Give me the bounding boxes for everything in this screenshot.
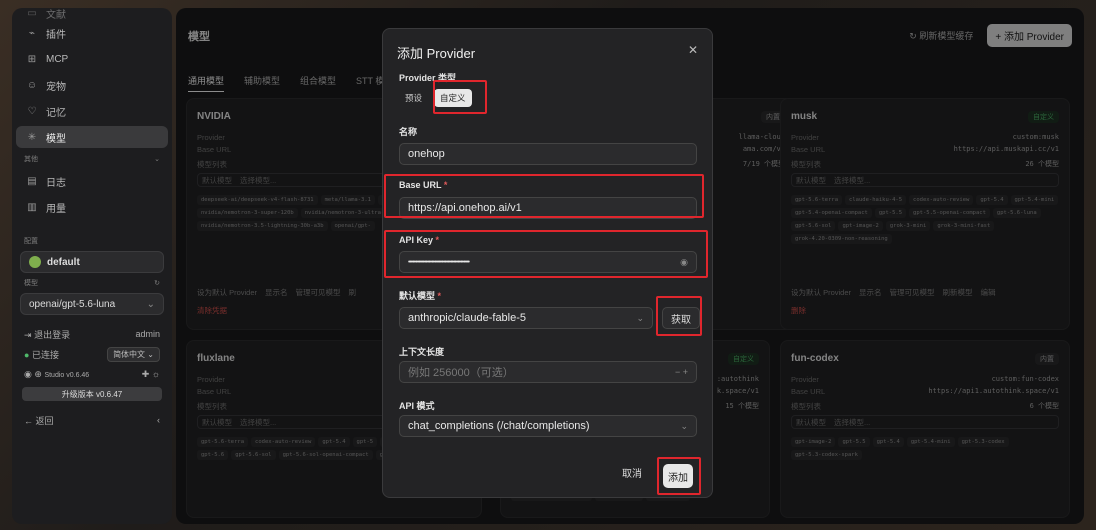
logout-icon: ⇥ — [24, 329, 32, 340]
sidebar-item-partial[interactable]: ▭ 文献 — [16, 8, 168, 21]
sidebar-item-mcp[interactable]: ⊞ MCP — [16, 48, 168, 70]
base-url-input[interactable]: https://api.onehop.ai/v1 — [399, 197, 697, 219]
eye-icon[interactable]: ◉ — [680, 257, 688, 268]
language-select[interactable]: 简体中文 ⌄ — [107, 346, 160, 362]
type-preset-option[interactable]: 预设 — [399, 89, 428, 107]
provider-type-toggle: 预设 自定义 — [399, 89, 472, 107]
github-icon[interactable]: ◉ — [24, 369, 32, 379]
sidebar-section-other[interactable]: 其他 ⌄ — [12, 152, 172, 166]
type-custom-option[interactable]: 自定义 — [434, 89, 472, 107]
sidebar-item-log[interactable]: ▤ 日志 — [16, 170, 168, 192]
add-button[interactable]: 添加 — [663, 464, 693, 488]
globe-icon[interactable]: ⊕ — [34, 369, 42, 379]
connection-row: ● 已连接 简体中文 ⌄ — [12, 345, 172, 363]
model-icon: ✳ — [27, 131, 37, 143]
back-row[interactable]: ← 返回 ‹ — [12, 411, 172, 429]
stepper-icon[interactable]: − + — [675, 367, 688, 377]
memory-icon: ♡ — [27, 105, 37, 117]
refresh-icon[interactable]: ↻ — [154, 279, 160, 287]
sidebar-item-usage[interactable]: ▥ 用量 — [16, 196, 168, 218]
sidebar-section-config: 配置 — [24, 238, 38, 245]
default-model-label: 默认模型 * — [399, 291, 442, 301]
studio-row: ◉ ⊕ Studio v0.6.46 ✚ ☼ — [24, 368, 160, 379]
chevron-down-icon: ⌄ — [146, 298, 155, 310]
sidebar-item-label: 用量 — [46, 203, 66, 215]
status-dot-icon: ● — [24, 349, 30, 360]
sidebar-item-memory[interactable]: ♡ 记忆 — [16, 100, 168, 122]
close-icon[interactable]: ✕ — [688, 43, 698, 57]
pet-icon: ☺ — [26, 79, 38, 91]
avatar — [29, 256, 41, 268]
chevron-down-icon: ⌄ — [154, 156, 160, 163]
sidebar-item-label: 记忆 — [46, 107, 66, 119]
mcp-icon: ⊞ — [27, 53, 37, 65]
chevron-down-icon: ⌄ — [636, 312, 644, 323]
add-provider-dialog: 添加 Provider ✕ Provider 类型 预设 自定义 名称 oneh… — [382, 28, 713, 498]
context-length-input[interactable]: 例如 256000（可选） − + — [399, 361, 697, 383]
name-input[interactable]: onehop — [399, 143, 697, 165]
sidebar-item-model[interactable]: ✳ 模型 — [16, 126, 168, 148]
arrow-left-icon: ← — [24, 415, 33, 426]
api-key-input[interactable]: ••••••••••••••••••••••••••••••••••••••••… — [399, 251, 697, 273]
default-model-select[interactable]: anthropic/claude-fable-5 ⌄ — [399, 307, 653, 329]
plus-icon[interactable]: ✚ — [142, 369, 150, 379]
usage-icon: ▥ — [27, 201, 37, 213]
chevron-down-icon: ⌄ — [680, 420, 688, 431]
sidebar-item-label: 插件 — [46, 29, 66, 41]
logout-row[interactable]: ⇥ 退出登录 admin — [12, 325, 172, 343]
chevron-left-icon: ‹ — [157, 415, 160, 425]
log-icon: ▤ — [27, 175, 37, 187]
api-mode-select[interactable]: chat_completions (/chat/completions) ⌄ — [399, 415, 697, 437]
sun-icon[interactable]: ☼ — [152, 369, 160, 379]
plug-icon: ⌁ — [28, 27, 36, 39]
model-select[interactable]: openai/gpt-5.6-luna ⌄ — [20, 293, 164, 315]
context-length-label: 上下文长度 — [399, 347, 445, 357]
book-icon: ▭ — [27, 8, 37, 19]
sidebar: ▭ 文献 ⌁ 插件 ⊞ MCP ☺ 宠物 ♡ 记忆 ✳ 模型 其他 ⌄ ▤ 日志 ▥ 用量 配置 defau… — [12, 8, 172, 524]
cancel-button[interactable]: 取消 — [622, 465, 642, 480]
upgrade-button[interactable]: 升级版本 v0.6.47 — [22, 387, 162, 401]
sidebar-item-label: MCP — [46, 53, 69, 65]
name-label: 名称 — [399, 127, 418, 137]
fetch-models-button[interactable]: 获取 — [662, 307, 700, 329]
sidebar-item-pet[interactable]: ☺ 宠物 — [16, 74, 168, 96]
api-key-label: API Key * — [399, 235, 440, 245]
api-mode-label: API 模式 — [399, 401, 435, 411]
sidebar-item-plug[interactable]: ⌁ 插件 — [16, 22, 168, 44]
sidebar-item-label: 宠物 — [46, 81, 66, 93]
provider-type-label: Provider 类型 — [399, 73, 457, 83]
sidebar-item-label: 模型 — [46, 133, 66, 145]
sidebar-section-model: 模型 ↻ — [24, 279, 160, 287]
dialog-title: 添加 Provider — [397, 46, 476, 61]
base-url-label: Base URL * — [399, 180, 448, 190]
profile-select[interactable]: default — [20, 251, 164, 273]
sidebar-item-label: 日志 — [46, 177, 66, 189]
